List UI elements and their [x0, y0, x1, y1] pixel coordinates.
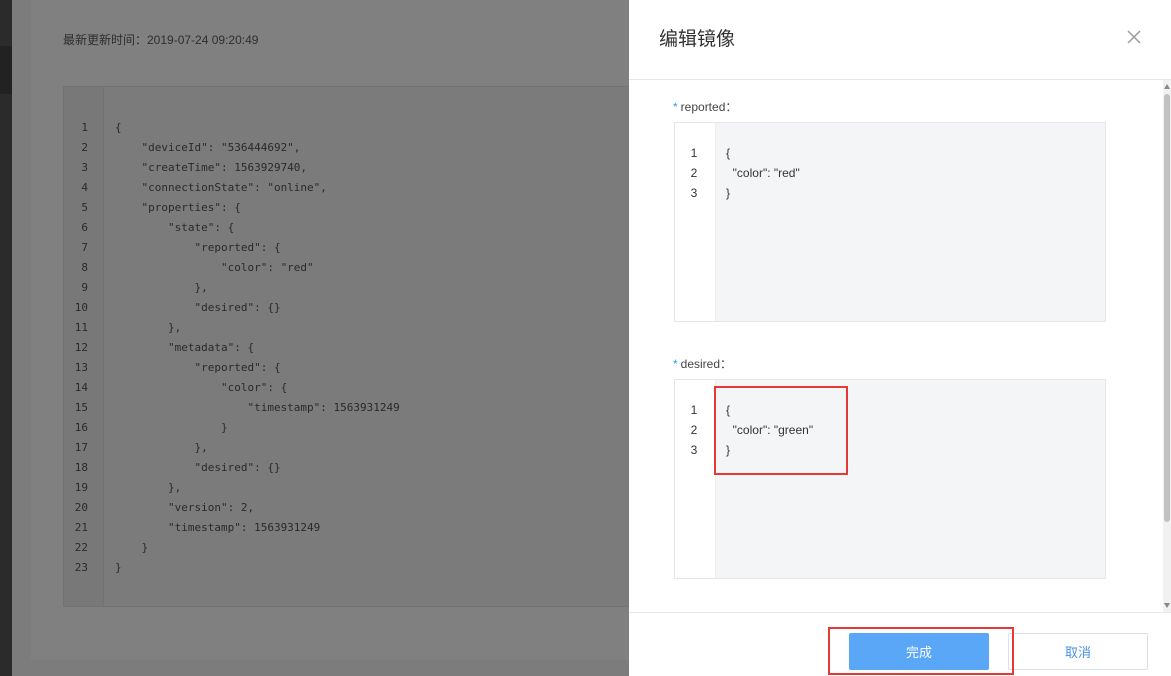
- cancel-button[interactable]: 取消: [1008, 633, 1148, 670]
- code-text: "deviceId": "536444692",: [115, 141, 301, 154]
- code-text: "state": {: [115, 221, 235, 234]
- line-number: 19: [74, 481, 88, 494]
- scroll-up-icon[interactable]: [1164, 84, 1170, 89]
- code-text: }: [115, 541, 149, 554]
- code-text: "version": 2,: [115, 501, 255, 514]
- code-text: "reported": {: [115, 241, 281, 254]
- code-text: "color": {: [115, 381, 288, 394]
- code-text: {: [115, 121, 122, 134]
- line-number: 2: [690, 166, 698, 180]
- code-text: }: [726, 186, 731, 200]
- line-number: 16: [74, 421, 88, 434]
- line-number: 20: [74, 501, 88, 514]
- code-text: }: [115, 561, 122, 574]
- code-text: "properties": {: [115, 201, 241, 214]
- line-number: 12: [74, 341, 88, 354]
- code-text: "timestamp": 1563931249: [115, 401, 400, 414]
- scroll-down-icon[interactable]: [1164, 603, 1170, 608]
- sidebar-active-item: [0, 46, 12, 94]
- line-number: 13: [74, 361, 88, 374]
- close-icon: [1127, 30, 1141, 44]
- line-number: 17: [74, 441, 88, 454]
- line-number: 1: [81, 121, 88, 134]
- last-updated-time: 最新更新时间：2019-07-24 09:20:49: [63, 33, 259, 47]
- line-number: 2: [690, 423, 698, 437]
- reported-label: * reported：: [673, 98, 737, 115]
- desired-highlight-box: [714, 386, 848, 475]
- code-text: {: [726, 146, 731, 160]
- line-number: 15: [74, 401, 88, 414]
- code-text: }: [115, 421, 228, 434]
- code-text: "color": "red": [115, 261, 314, 274]
- code-text: },: [115, 441, 208, 454]
- line-number: 11: [74, 321, 88, 334]
- required-mark: *: [673, 100, 678, 114]
- drawer-body: * reported： 1{2 "color": "red" 3} * desired…: [629, 80, 1171, 612]
- drawer-scrollbar[interactable]: [1163, 80, 1171, 612]
- line-number: 10: [74, 301, 88, 314]
- reported-label-text: reported：: [680, 100, 738, 114]
- reported-editor[interactable]: 1 {2 "color": "red" 3}: [674, 122, 1106, 322]
- code-text: "metadata": {: [115, 341, 255, 354]
- close-button[interactable]: [1125, 28, 1143, 46]
- code-text: "color": "red": [726, 166, 800, 180]
- app-sidebar: [0, 0, 12, 676]
- line-number: 6: [81, 221, 88, 234]
- edit-shadow-drawer: 编辑镜像 * reported： 1{2 "color": "red" 3} * de…: [629, 0, 1171, 676]
- line-number: 8: [81, 261, 88, 274]
- line-number: 3: [690, 443, 698, 457]
- code-text: "createTime": 1563929740,: [115, 161, 308, 174]
- line-number: 2: [81, 141, 88, 154]
- line-number: 18: [74, 461, 88, 474]
- code-text: },: [115, 321, 182, 334]
- line-number: 22: [74, 541, 88, 554]
- code-text: "timestamp": 1563931249: [115, 521, 321, 534]
- drawer-header: 编辑镜像: [629, 0, 1171, 80]
- line-number: 5: [81, 201, 88, 214]
- drawer-footer: 完成 取消: [629, 612, 1171, 676]
- code-text: "reported": {: [115, 361, 281, 374]
- line-number: 7: [81, 241, 88, 254]
- desired-label: * desired：: [673, 355, 732, 372]
- line-number: 23: [74, 561, 88, 574]
- line-number: 1: [690, 146, 698, 160]
- confirm-highlight-box: [828, 627, 1014, 675]
- line-number: 21: [74, 521, 88, 534]
- code-text: },: [115, 481, 182, 494]
- line-number: 9: [81, 281, 88, 294]
- scroll-thumb[interactable]: [1164, 94, 1170, 522]
- line-number: 3: [690, 186, 698, 200]
- line-number: 3: [81, 161, 88, 174]
- shadow-json-viewer: 1 {2 "deviceId": "536444692", 3 "createTim…: [63, 86, 643, 607]
- code-text: "desired": {}: [115, 461, 281, 474]
- line-number: 4: [81, 181, 88, 194]
- line-number: 1: [690, 403, 698, 417]
- drawer-title: 编辑镜像: [659, 29, 736, 50]
- code-text: "connectionState": "online",: [115, 181, 327, 194]
- code-text: "desired": {}: [115, 301, 281, 314]
- code-text: },: [115, 281, 208, 294]
- line-number: 14: [74, 381, 88, 394]
- required-mark: *: [673, 357, 678, 371]
- desired-label-text: desired：: [680, 357, 733, 371]
